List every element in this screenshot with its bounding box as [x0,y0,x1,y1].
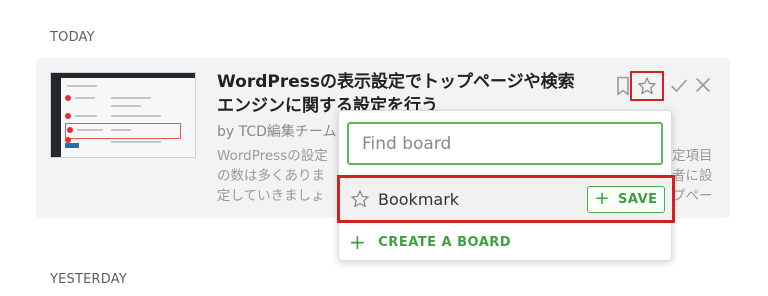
board-row-bookmark[interactable]: Bookmark + SAVE [337,175,675,223]
star-icon [638,77,656,95]
save-button-label: SAVE [618,192,658,207]
plus-icon: + [594,187,611,209]
excerpt-line: 定項目 [672,148,713,164]
plus-icon: + [349,230,367,254]
section-label-yesterday: YESTERDAY [50,272,128,287]
article-excerpt-right: 定項目 者に設 プペー [672,146,713,206]
check-icon[interactable] [669,76,689,100]
bookmark-icon[interactable] [616,76,630,100]
save-to-board-popup: Bookmark + SAVE + CREATE A BOARD [337,110,675,261]
find-board-input[interactable] [347,122,663,165]
star-icon [350,189,370,213]
create-board-button[interactable]: + CREATE A BOARD [349,232,511,252]
excerpt-line: プペー [672,188,713,204]
article-thumbnail[interactable] [50,72,196,158]
star-button[interactable] [630,71,664,101]
create-board-label: CREATE A BOARD [378,234,512,250]
article-author: by TCD編集チーム [217,124,337,140]
save-button[interactable]: + SAVE [587,186,665,213]
excerpt-line: 者に設 [672,168,713,184]
section-label-today: TODAY [50,30,95,45]
close-icon[interactable] [694,76,712,98]
board-name: Bookmark [378,190,460,209]
